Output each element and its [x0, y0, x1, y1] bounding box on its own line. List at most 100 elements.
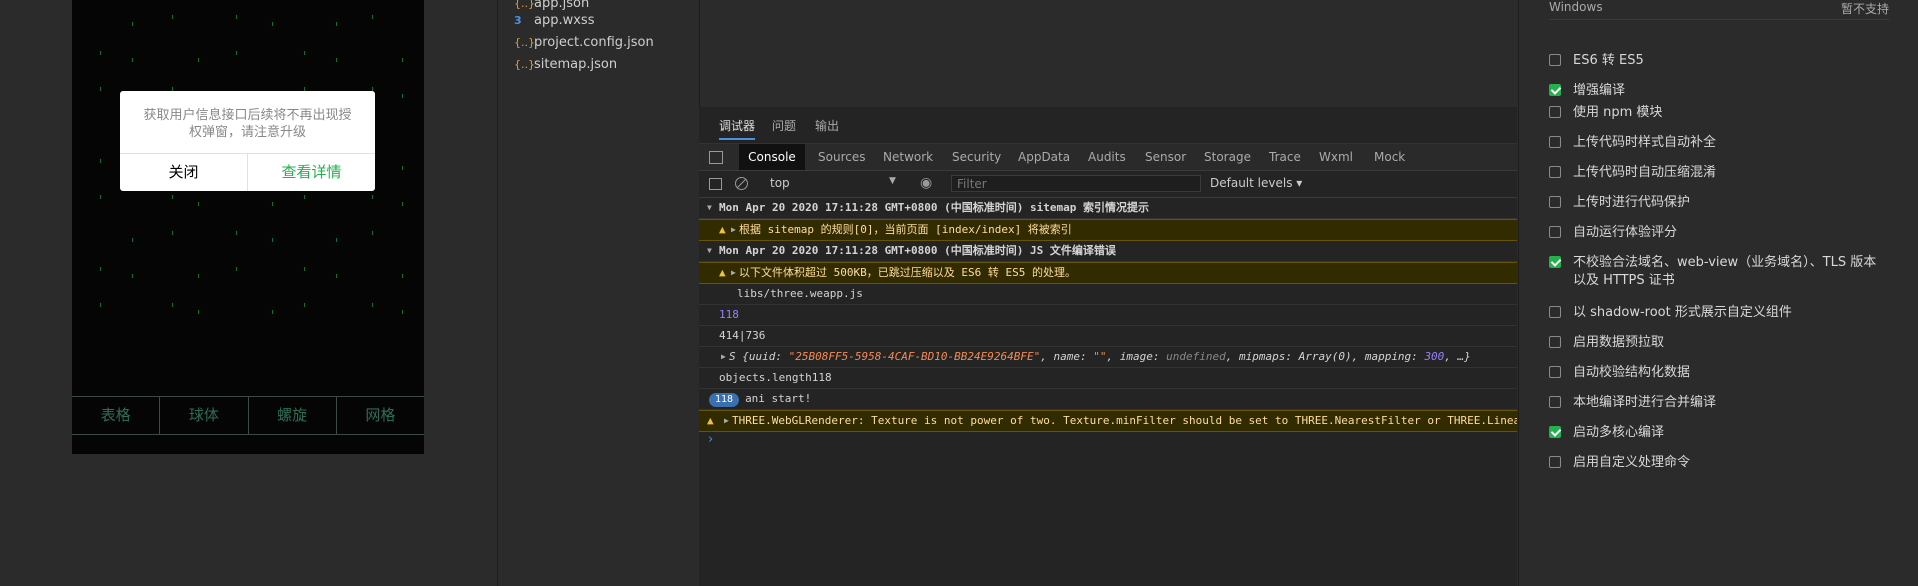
file-item-sitemap[interactable]: {..} sitemap.json: [514, 55, 617, 75]
file-item-app-wxss[interactable]: 3 app.wxss: [514, 11, 594, 31]
option-checkbox[interactable]: [1549, 136, 1561, 148]
star-dot: [198, 310, 199, 314]
star-dot: [336, 274, 337, 278]
tab-mock[interactable]: Mock: [1374, 144, 1405, 170]
tab-sphere[interactable]: 球体: [160, 397, 249, 434]
star-dot: [172, 303, 173, 307]
tab-trace[interactable]: Trace: [1269, 144, 1301, 170]
star-dot: [132, 22, 133, 26]
auth-modal: 获取用户信息接口后续将不再出现授权弹窗，请注意升级 关闭 查看详情: [120, 91, 375, 191]
star-dot: [236, 15, 237, 19]
sidebar-toggle-icon[interactable]: [709, 178, 722, 190]
option-label: 启用数据预拉取: [1573, 335, 1665, 350]
star-dot: [372, 15, 373, 19]
option-checkbox[interactable]: [1549, 336, 1561, 348]
star-dot: [372, 303, 373, 307]
tab-issues[interactable]: 问题: [772, 117, 796, 134]
option-checkbox[interactable]: [1549, 256, 1561, 268]
tab-storage[interactable]: Storage: [1204, 144, 1251, 170]
option-checkbox[interactable]: [1549, 226, 1561, 238]
star-dot: [336, 58, 337, 62]
star-dot: [100, 51, 101, 55]
filter-input[interactable]: [951, 175, 1201, 192]
warning-icon: ▲: [719, 266, 726, 279]
tab-appdata[interactable]: AppData: [1018, 144, 1070, 170]
tab-debugger[interactable]: 调试器: [719, 117, 756, 140]
option-checkbox[interactable]: [1549, 396, 1561, 408]
inspect-element-icon[interactable]: [709, 151, 723, 164]
context-select[interactable]: top: [770, 176, 900, 190]
os-label: Windows: [1549, 0, 1603, 14]
option-label: 自动运行体验评分: [1573, 225, 1678, 240]
simulator-screen[interactable]: 获取用户信息接口后续将不再出现授权弹窗，请注意升级 关闭 查看详情 表格 球体 …: [72, 0, 424, 454]
triangle-right-icon: ▶: [731, 268, 736, 277]
option-checkbox[interactable]: [1549, 106, 1561, 118]
os-status: 暂不支持: [1840, 2, 1889, 16]
tab-output[interactable]: 输出: [815, 117, 839, 134]
star-dot: [272, 202, 273, 206]
star-dot: [304, 195, 305, 199]
star-dot: [402, 202, 403, 206]
tab-table[interactable]: 表格: [72, 397, 161, 434]
option-checkbox[interactable]: [1549, 306, 1561, 318]
console-log: 414|736: [699, 326, 1517, 347]
star-dot: [236, 267, 237, 271]
option-label: 上传时进行代码保护: [1573, 195, 1691, 210]
console-warning[interactable]: ▲ ▶ 以下文件体积超过 500KB，已跳过压缩以及 ES6 转 ES5 的处理。: [699, 262, 1517, 284]
chevron-down-icon: ▼: [889, 176, 896, 186]
option-checkbox[interactable]: [1549, 196, 1561, 208]
settings-panel: Windows 暂不支持 ES6 转 ES5 增强编译 使用 npm 模块 上传代码时…: [1518, 0, 1918, 586]
clear-console-icon[interactable]: [735, 177, 748, 190]
console-object[interactable]: ▶ S {uuid: "25B08FF5-5958-4CAF-BD10-BB24E…: [699, 347, 1517, 368]
option-label: 上传代码时自动压缩混淆: [1573, 165, 1717, 180]
tab-sources[interactable]: Sources: [818, 144, 865, 170]
tab-console[interactable]: Console: [739, 144, 805, 170]
option-label: 上传代码时样式自动补全: [1573, 135, 1717, 150]
tab-audits[interactable]: Audits: [1088, 144, 1126, 170]
option-checkbox[interactable]: [1549, 84, 1561, 96]
option-checkbox[interactable]: [1549, 166, 1561, 178]
star-dot: [172, 15, 173, 19]
repeat-count-badge: 118: [709, 393, 740, 407]
log-levels-select[interactable]: Default levels ▾: [1210, 176, 1302, 190]
console-group[interactable]: ▼ Mon Apr 20 2020 17:11:28 GMT+0800 (中国标准…: [699, 198, 1517, 219]
console-warning[interactable]: ▲ ▶ THREE.WebGLRenderer: Texture is not po…: [699, 410, 1517, 432]
star-dot: [100, 195, 101, 199]
star-dot: [100, 267, 101, 271]
star-dot: [272, 22, 273, 26]
tab-grid[interactable]: 网格: [337, 397, 424, 434]
star-dot: [402, 166, 403, 170]
simulator-tab-bar: 表格 球体 螺旋 网格: [72, 396, 424, 435]
option-checkbox[interactable]: [1549, 426, 1561, 438]
eye-icon[interactable]: ◉: [920, 175, 932, 191]
console-group[interactable]: ▼ Mon Apr 20 2020 17:11:28 GMT+0800 (中国标准…: [699, 241, 1517, 262]
option-checkbox[interactable]: [1549, 456, 1561, 468]
triangle-down-icon: ▼: [707, 246, 712, 255]
os-row: Windows 暂不支持: [1549, 0, 1889, 20]
debugger-panel: 调试器 问题 输出 Console Sources Network Securi…: [699, 107, 1517, 586]
option-checkbox[interactable]: [1549, 366, 1561, 378]
option-label: 使用 npm 模块: [1573, 105, 1663, 120]
star-dot: [132, 274, 133, 278]
tab-security[interactable]: Security: [952, 144, 1001, 170]
file-item-project-config[interactable]: {..} project.config.json: [514, 33, 654, 53]
warning-icon: ▲: [707, 414, 714, 427]
tab-sensor[interactable]: Sensor: [1145, 144, 1186, 170]
modal-details-button[interactable]: 查看详情: [248, 154, 375, 191]
star-dot: [402, 94, 403, 98]
console-warning[interactable]: ▲ ▶ 根据 sitemap 的规则[0]，当前页面 [index/index] 将…: [699, 219, 1517, 241]
tab-wxml[interactable]: Wxml: [1319, 144, 1353, 170]
tab-helix[interactable]: 螺旋: [249, 397, 337, 434]
option-label: 本地编译时进行合并编译: [1573, 395, 1717, 410]
tab-network[interactable]: Network: [883, 144, 933, 170]
star-dot: [198, 274, 199, 278]
star-dot: [272, 238, 273, 242]
json-icon: {..}: [514, 36, 535, 49]
star-dot: [402, 58, 403, 62]
option-checkbox[interactable]: [1549, 54, 1561, 66]
modal-close-button[interactable]: 关闭: [120, 154, 248, 191]
star-dot: [100, 303, 101, 307]
console-log: libs/three.weapp.js: [699, 284, 1517, 305]
console-log: 118 ani start!: [699, 389, 1517, 410]
console-prompt[interactable]: ›: [699, 432, 1517, 452]
